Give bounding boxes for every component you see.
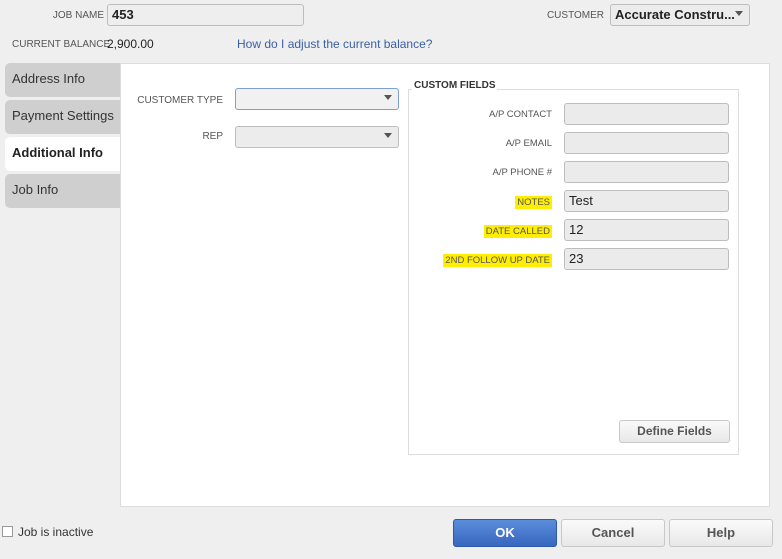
- tab-payment-settings[interactable]: Payment Settings: [5, 100, 120, 134]
- help-button[interactable]: Help: [669, 519, 773, 547]
- second-follow-up-date-label: 2ND FOLLOW UP DATE: [443, 254, 552, 267]
- job-name-label: JOB NAME: [52, 10, 104, 21]
- job-inactive-label: Job is inactive: [18, 525, 94, 539]
- chevron-down-icon: [384, 95, 392, 100]
- tab-additional-info[interactable]: Additional Info: [5, 137, 120, 171]
- current-balance-value: 2,900.00: [107, 37, 154, 51]
- tab-job-info[interactable]: Job Info: [5, 174, 120, 208]
- ok-button[interactable]: OK: [453, 519, 557, 547]
- rep-label: REP: [202, 131, 223, 142]
- rep-select[interactable]: [235, 126, 399, 148]
- custom-fields-list: A/P CONTACT A/P EMAIL A/P PHONE # NOTES …: [408, 0, 782, 300]
- date-called-input[interactable]: 12: [564, 219, 729, 241]
- job-name-input[interactable]: 453: [107, 4, 304, 26]
- notes-label: NOTES: [515, 196, 552, 209]
- ap-contact-label: A/P CONTACT: [489, 109, 552, 120]
- customer-type-select[interactable]: [235, 88, 399, 110]
- ap-email-label: A/P EMAIL: [505, 138, 552, 149]
- second-follow-up-date-input[interactable]: 23: [564, 248, 729, 270]
- job-inactive-checkbox[interactable]: [2, 526, 13, 537]
- ap-phone-input[interactable]: [564, 161, 729, 183]
- cancel-button[interactable]: Cancel: [561, 519, 665, 547]
- notes-input[interactable]: Test: [564, 190, 729, 212]
- ap-email-input[interactable]: [564, 132, 729, 154]
- ap-contact-input[interactable]: [564, 103, 729, 125]
- ap-phone-label: A/P PHONE #: [492, 167, 553, 178]
- date-called-label: DATE CALLED: [483, 225, 552, 238]
- current-balance-label: CURRENT BALANCE: [12, 39, 111, 50]
- tab-address-info[interactable]: Address Info: [5, 63, 120, 97]
- chevron-down-icon: [384, 133, 392, 138]
- customer-type-label: CUSTOMER TYPE: [137, 95, 223, 106]
- adjust-balance-link[interactable]: How do I adjust the current balance?: [237, 37, 432, 51]
- define-fields-button[interactable]: Define Fields: [619, 420, 730, 443]
